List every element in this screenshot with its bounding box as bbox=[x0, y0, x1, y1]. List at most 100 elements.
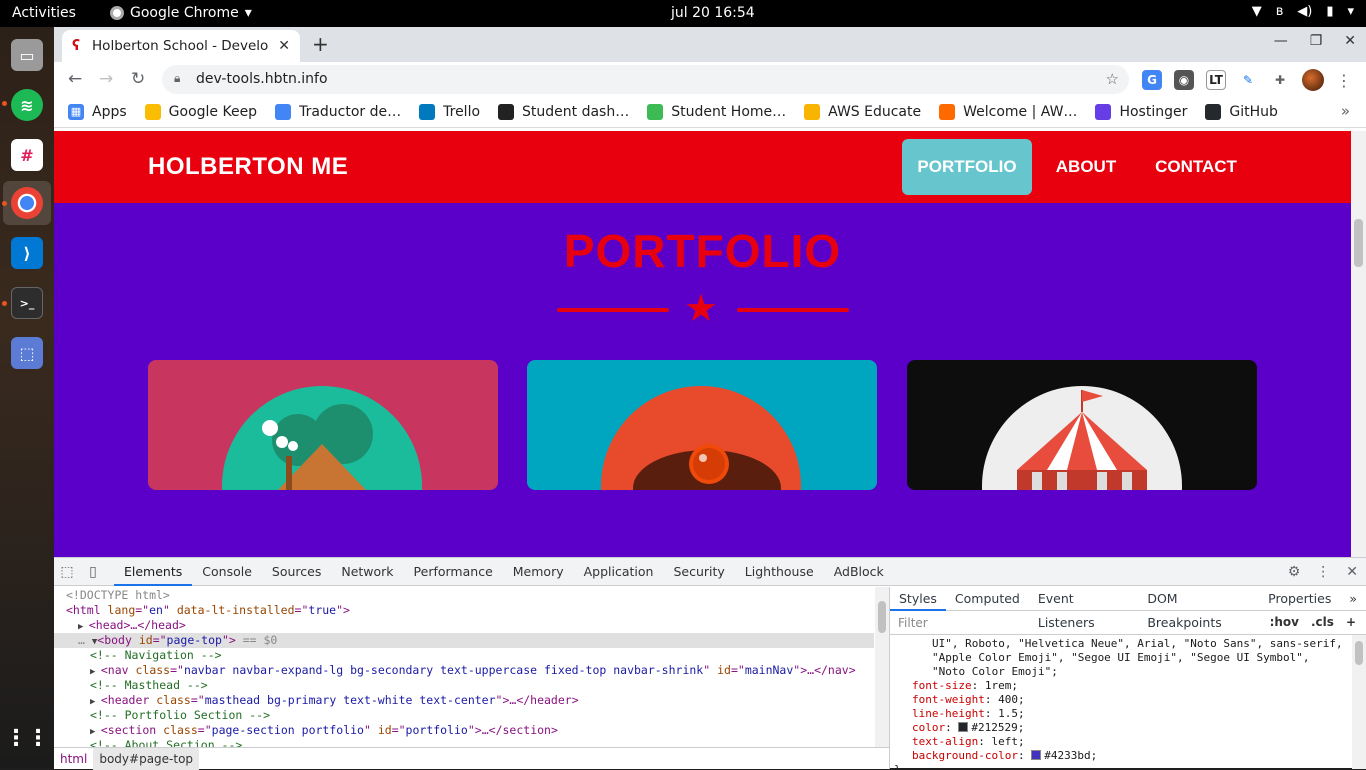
bookmark-item[interactable]: Traductor de… bbox=[275, 103, 401, 120]
elements-tree[interactable]: <!DOCTYPE html> <html lang="en" data-lt-i… bbox=[54, 587, 889, 747]
nav-link-portfolio[interactable]: PORTFOLIO bbox=[902, 139, 1032, 195]
bookmark-item[interactable]: Welcome | AW… bbox=[939, 103, 1077, 120]
languagetool-extension-icon[interactable]: LT bbox=[1206, 70, 1226, 90]
screenshot-icon[interactable]: ⬚ bbox=[11, 337, 43, 369]
lock-icon[interactable]: 🔒︎ bbox=[174, 71, 180, 86]
css-value[interactable]: 1rem; bbox=[985, 679, 1018, 692]
css-property[interactable]: color bbox=[912, 721, 945, 734]
devtools-tab-adblock[interactable]: AdBlock bbox=[824, 558, 894, 586]
back-icon[interactable]: ← bbox=[68, 69, 82, 89]
inspect-element-icon[interactable]: ⬚ bbox=[54, 558, 80, 586]
dom-node-line[interactable]: … ▼<body id="page-top"> == $0 bbox=[54, 633, 874, 648]
dom-node-line[interactable]: <!-- Portfolio Section --> bbox=[54, 708, 874, 723]
translate-extension-icon[interactable]: G bbox=[1142, 70, 1162, 90]
nav-link-about[interactable]: ABOUT bbox=[1046, 139, 1126, 195]
css-value[interactable]: #4233bd; bbox=[1044, 749, 1097, 762]
vscode-icon[interactable]: ⟩ bbox=[11, 237, 43, 269]
devtools-tab-application[interactable]: Application bbox=[574, 558, 664, 586]
spotify-icon[interactable]: ≋ bbox=[11, 89, 43, 121]
css-property[interactable]: line-height bbox=[912, 707, 985, 720]
terminal-icon[interactable]: >_ bbox=[11, 287, 43, 319]
dom-node-line[interactable]: <!DOCTYPE html> bbox=[54, 588, 874, 603]
bookmark-item[interactable]: Trello bbox=[419, 103, 480, 120]
app-menu[interactable]: Google Chrome ▾ bbox=[110, 5, 252, 21]
nav-link-contact[interactable]: CONTACT bbox=[1146, 139, 1246, 195]
expand-triangle-icon[interactable]: ▶ bbox=[90, 727, 101, 737]
expand-triangle-icon[interactable]: ▶ bbox=[90, 697, 101, 707]
page-scrollbar[interactable] bbox=[1351, 131, 1366, 557]
profile-avatar[interactable] bbox=[1302, 69, 1324, 91]
extension-icon[interactable]: ◉ bbox=[1174, 70, 1194, 90]
ellipsis-icon[interactable]: … bbox=[78, 633, 92, 647]
devtools-tab-performance[interactable]: Performance bbox=[404, 558, 503, 586]
styles-tab-computed[interactable]: Computed bbox=[946, 587, 1029, 611]
devtools-tab-sources[interactable]: Sources bbox=[262, 558, 331, 586]
show-applications-icon[interactable]: ⋮⋮ bbox=[5, 725, 49, 751]
breadcrumb-body[interactable]: body#page-top bbox=[93, 747, 200, 770]
portfolio-item-circus[interactable] bbox=[907, 360, 1257, 490]
breadcrumb-html[interactable]: html bbox=[54, 752, 93, 766]
devtools-tab-network[interactable]: Network bbox=[331, 558, 403, 586]
dom-node-line[interactable]: ▶ <section class="page-section portfolio… bbox=[54, 723, 874, 738]
hover-state-toggle[interactable]: :hov bbox=[1270, 615, 1299, 629]
styles-tab-styles[interactable]: Styles bbox=[890, 587, 946, 611]
add-rule-icon[interactable]: + bbox=[1346, 615, 1356, 629]
bookmarks-overflow-icon[interactable]: » bbox=[1341, 102, 1350, 120]
css-property[interactable]: font-size bbox=[912, 679, 972, 692]
styles-filter-input[interactable]: Filter bbox=[898, 616, 928, 630]
close-tab-icon[interactable]: ✕ bbox=[278, 38, 290, 54]
more-tabs-icon[interactable]: » bbox=[1340, 587, 1366, 611]
dom-node-line[interactable]: ▶ <head>…</head> bbox=[54, 618, 874, 633]
css-value[interactable]: 1.5; bbox=[998, 707, 1025, 720]
bookmark-item[interactable]: Student Home… bbox=[647, 103, 786, 120]
clock[interactable]: jul 20 16:54 bbox=[671, 5, 755, 21]
minimize-icon[interactable]: — bbox=[1274, 33, 1288, 49]
dom-node-line[interactable]: ▶ <header class="masthead bg-primary tex… bbox=[54, 693, 874, 708]
expand-triangle-icon[interactable]: ▶ bbox=[90, 667, 101, 677]
css-property[interactable]: background-color bbox=[912, 749, 1018, 762]
styles-scrollbar[interactable] bbox=[1352, 635, 1366, 769]
devtools-tab-security[interactable]: Security bbox=[663, 558, 734, 586]
device-toolbar-icon[interactable]: ▯ bbox=[80, 558, 106, 586]
css-value[interactable]: #212529; bbox=[971, 721, 1024, 734]
activities-button[interactable]: Activities bbox=[12, 5, 76, 21]
bookmark-star-icon[interactable]: ☆ bbox=[1106, 70, 1119, 88]
devtools-tab-console[interactable]: Console bbox=[192, 558, 262, 586]
new-tab-button[interactable]: + bbox=[312, 32, 329, 56]
chrome-icon[interactable] bbox=[11, 187, 43, 219]
bookmark-item[interactable]: Hostinger bbox=[1095, 103, 1187, 120]
scrollbar-thumb[interactable] bbox=[1354, 219, 1363, 267]
dom-node-line[interactable]: <!-- About Section --> bbox=[54, 738, 874, 747]
reload-icon[interactable]: ↻ bbox=[131, 69, 145, 89]
styles-tab-event-listeners[interactable]: Event Listeners bbox=[1029, 587, 1138, 630]
slack-icon[interactable]: # bbox=[11, 139, 43, 171]
devtools-tab-memory[interactable]: Memory bbox=[503, 558, 574, 586]
restore-icon[interactable]: ❐ bbox=[1310, 33, 1323, 49]
chrome-menu-icon[interactable]: ⋮ bbox=[1336, 71, 1352, 90]
highlighter-extension-icon[interactable]: ✎ bbox=[1238, 70, 1258, 90]
color-swatch[interactable] bbox=[958, 722, 969, 732]
scrollbar-thumb[interactable] bbox=[1355, 641, 1363, 665]
system-tray[interactable]: ▼ ʙ ◀) ▮ ▾ bbox=[1252, 4, 1354, 19]
class-toggle[interactable]: .cls bbox=[1311, 615, 1334, 629]
dom-node-line[interactable]: <html lang="en" data-lt-installed="true"… bbox=[54, 603, 874, 618]
expand-triangle-icon[interactable]: ▶ bbox=[78, 622, 89, 632]
devtools-tab-elements[interactable]: Elements bbox=[114, 558, 193, 586]
portfolio-item-cake[interactable] bbox=[527, 360, 877, 490]
address-bar[interactable]: 🔒︎ dev-tools.hbtn.info ☆ bbox=[162, 65, 1129, 94]
bookmark-item[interactable]: GitHub bbox=[1205, 103, 1278, 120]
styles-tab-properties[interactable]: Properties bbox=[1259, 587, 1340, 611]
css-rules[interactable]: UI", Roboto, "Helvetica Neue", Arial, "N… bbox=[890, 635, 1352, 769]
settings-gear-icon[interactable]: ⚙ bbox=[1288, 564, 1301, 580]
styles-tab-dom-breakpoints[interactable]: DOM Breakpoints bbox=[1138, 587, 1259, 630]
extensions-puzzle-icon[interactable]: ✚ bbox=[1270, 70, 1290, 90]
site-brand[interactable]: HOLBERTON ME bbox=[148, 153, 348, 181]
bookmark-item[interactable]: Google Keep bbox=[144, 103, 257, 120]
color-swatch[interactable] bbox=[1031, 750, 1042, 760]
bookmark-item[interactable]: ▦ Apps bbox=[68, 103, 127, 120]
css-property[interactable]: font-weight bbox=[912, 693, 985, 706]
devtools-tab-lighthouse[interactable]: Lighthouse bbox=[735, 558, 824, 586]
css-value[interactable]: left; bbox=[991, 735, 1024, 748]
forward-icon[interactable]: → bbox=[99, 69, 113, 89]
dom-node-line[interactable]: ▶ <nav class="navbar navbar-expand-lg bg… bbox=[54, 663, 874, 678]
